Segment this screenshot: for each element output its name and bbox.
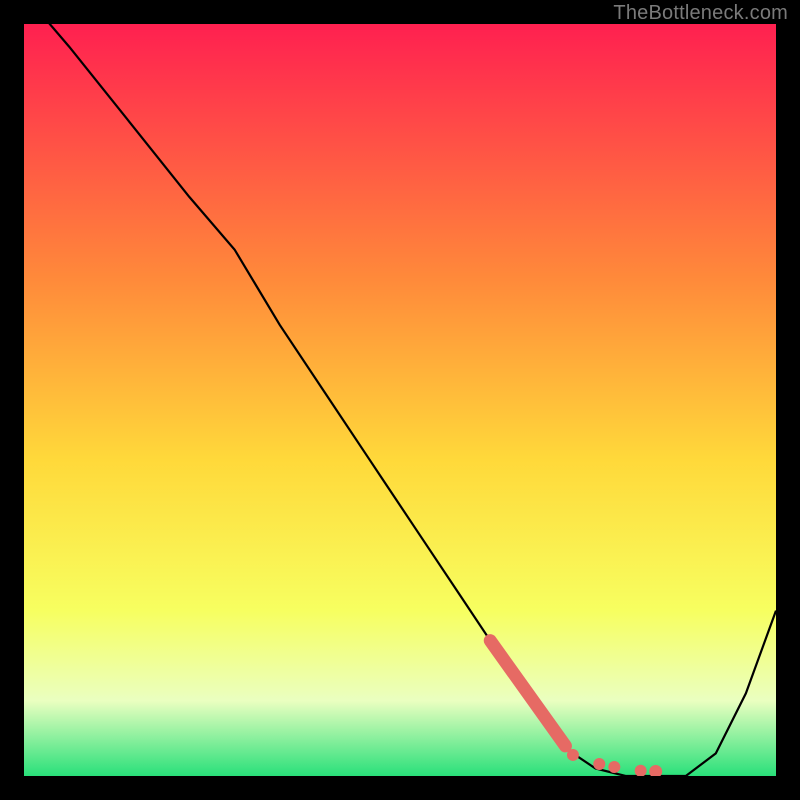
- chart-frame: TheBottleneck.com: [0, 0, 800, 800]
- plot-area: [24, 24, 776, 776]
- chart-svg: [24, 24, 776, 776]
- marker-dot: [567, 749, 579, 761]
- gradient-bg: [24, 24, 776, 776]
- watermark-label: TheBottleneck.com: [613, 2, 788, 25]
- marker-dot: [608, 761, 620, 773]
- marker-dot: [593, 758, 605, 770]
